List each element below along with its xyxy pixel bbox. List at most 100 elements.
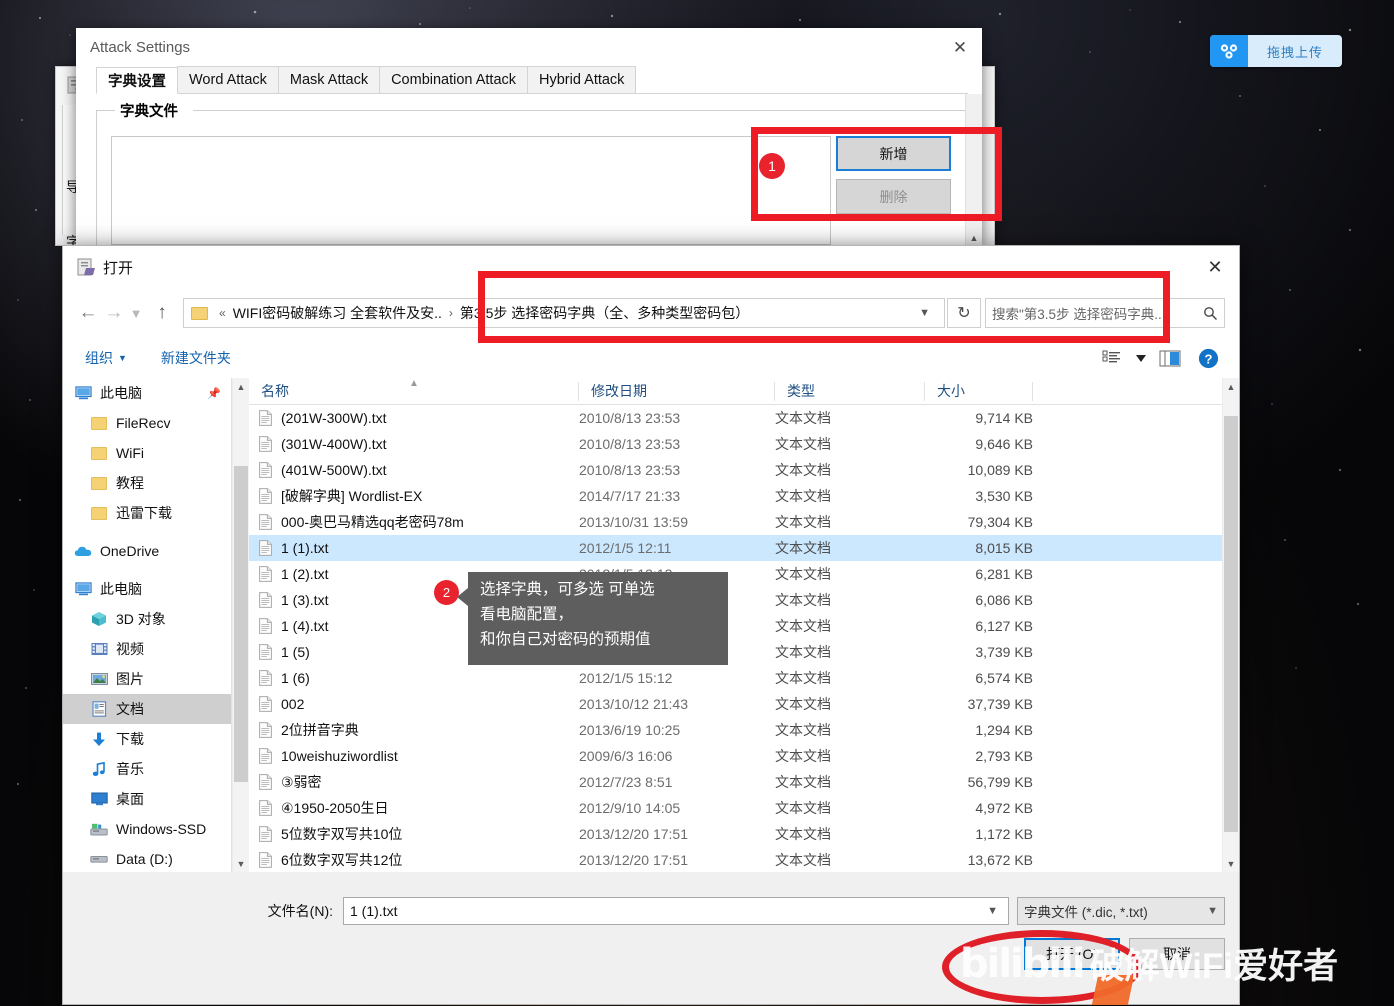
nav-item-videos[interactable]: 视频 xyxy=(63,634,231,664)
table-row[interactable]: (301W-400W).txt 2010/8/13 23:53 文本文档 9,646 … xyxy=(249,431,1239,457)
pin-icon[interactable]: 📌 xyxy=(207,387,221,400)
table-row[interactable]: 5位数字双写共10位 2013/12/20 17:51 文本文档 1,172 KB xyxy=(249,821,1239,847)
nav-item-wifi[interactable]: WiFi xyxy=(63,438,231,468)
text-file-icon xyxy=(254,592,276,608)
file-type: 文本文档 xyxy=(775,670,831,686)
tab-mask-attack[interactable]: Mask Attack xyxy=(277,66,381,93)
organize-menu[interactable]: 组织 ▼ xyxy=(75,348,137,368)
file-size: 9,646 KB xyxy=(975,436,1033,452)
file-type: 文本文档 xyxy=(775,540,831,556)
table-row[interactable]: 1 (3).txt2012/1/5 13:57文本文档6,086 KB xyxy=(249,587,1239,613)
nav-item-this-pc-quick[interactable]: 此电脑 📌 xyxy=(63,378,231,408)
nav-item-filerecv[interactable]: FileRecv xyxy=(63,408,231,438)
attack-settings-window[interactable]: Attack Settings ✕ 字典设置 Word Attack Mask … xyxy=(76,28,982,246)
nav-item-3d-objects[interactable]: 3D 对象 xyxy=(63,604,231,634)
remove-dictionary-button[interactable]: 删除 xyxy=(836,179,951,214)
dictionary-file-list[interactable] xyxy=(111,136,831,245)
chevron-down-icon[interactable]: ▼ xyxy=(1223,855,1239,872)
recent-locations-chevron-down-icon[interactable]: ▼ xyxy=(125,297,147,329)
filename-input[interactable]: 1 (1).txt ▼ xyxy=(343,897,1009,925)
file-modified-date: 2013/10/12 21:43 xyxy=(579,696,688,712)
table-row[interactable]: 000-奥巴马精选qq老密码78m 2013/10/31 13:59 文本文档 79,… xyxy=(249,509,1239,535)
annotation-badge-1: 1 xyxy=(759,153,785,179)
breadcrumb-separator: › xyxy=(448,306,453,320)
breadcrumb-segment-1[interactable]: 第3.5步 选择密码字典（全、多种类型密码包） xyxy=(458,303,751,323)
file-type: 文本文档 xyxy=(775,748,831,764)
breadcrumb[interactable]: « WIFI密码破解练习 全套软件及安.. › 第3.5步 选择密码字典（全、多… xyxy=(183,298,945,328)
table-row[interactable]: 2位拼音字典 2013/6/19 10:25 文本文档 1,294 KB xyxy=(249,717,1239,743)
nav-item-thunder-download[interactable]: 迅雷下载 xyxy=(63,498,231,528)
preview-pane-icon[interactable] xyxy=(1153,344,1187,372)
add-dictionary-button[interactable]: 新增 xyxy=(836,136,951,171)
new-folder-button[interactable]: 新建文件夹 xyxy=(151,348,241,368)
tab-dictionary-settings[interactable]: 字典设置 xyxy=(96,67,178,94)
nav-item-downloads[interactable]: 下载 xyxy=(63,724,231,754)
table-row[interactable]: 10weishuziwordlist 2009/6/3 16:06 文本文档 2,79… xyxy=(249,743,1239,769)
nav-item-windows-ssd[interactable]: Windows-SSD xyxy=(63,814,231,844)
table-row[interactable]: 1 (2).txt2012/1/5 13:13文本文档6,281 KB xyxy=(249,561,1239,587)
column-header-type[interactable]: 类型 xyxy=(775,378,925,405)
table-row[interactable]: [破解字典] Wordlist-EX 2014/7/17 21:33 文本文档 3,5… xyxy=(249,483,1239,509)
file-name: 6位数字双写共12位 xyxy=(281,852,403,868)
chevron-up-icon[interactable]: ▲ xyxy=(966,229,982,246)
arrow-right-icon[interactable]: → xyxy=(103,297,125,329)
breadcrumb-segment-0[interactable]: WIFI密码破解练习 全套软件及安.. xyxy=(231,303,444,323)
nav-item-this-pc[interactable]: 此电脑 xyxy=(63,574,231,604)
scrollbar-thumb[interactable] xyxy=(1224,416,1238,832)
attack-window-scrollbar[interactable]: ▲ xyxy=(965,94,982,246)
column-header-size[interactable]: 大小 xyxy=(925,378,1033,405)
chevron-down-icon[interactable]: ▼ xyxy=(233,855,249,872)
scrollbar-thumb[interactable] xyxy=(234,466,248,782)
tab-hybrid-attack[interactable]: Hybrid Attack xyxy=(527,66,637,93)
navigation-pane-scrollbar[interactable]: ▲ ▼ xyxy=(232,378,249,872)
table-row[interactable]: 1 (6) 2012/1/5 15:12 文本文档 6,574 KB xyxy=(249,665,1239,691)
nav-item-data-d[interactable]: Data (D:) xyxy=(63,844,231,872)
file-list-pane[interactable]: 名称 修改日期 类型 大小 ▲ (201W-300W).txt 2010/8/13… xyxy=(249,378,1239,872)
view-list-icon[interactable] xyxy=(1095,344,1129,372)
file-type-filter-select[interactable]: 字典文件 (*.dic, *.txt) ▼ xyxy=(1017,897,1225,925)
table-row[interactable]: (201W-300W).txt 2010/8/13 23:53 文本文档 9,714 … xyxy=(249,405,1239,431)
search-icon[interactable] xyxy=(1203,306,1218,321)
nav-item-onedrive[interactable]: OneDrive xyxy=(63,536,231,566)
table-row[interactable]: 1 (5)2012/1/5 14:56文本文档3,739 KB xyxy=(249,639,1239,665)
chevron-up-icon[interactable]: ▲ xyxy=(233,378,249,395)
table-row[interactable]: ④1950-2050生日 2012/9/10 14:05 文本文档 4,972 KB xyxy=(249,795,1239,821)
table-row[interactable]: 002 2013/10/12 21:43 文本文档 37,739 KB xyxy=(249,691,1239,717)
cancel-button[interactable]: 取消 xyxy=(1129,938,1225,970)
nav-item-tutorials[interactable]: 教程 xyxy=(63,468,231,498)
refresh-icon[interactable]: ↻ xyxy=(947,298,981,328)
help-icon[interactable]: ? xyxy=(1191,344,1225,372)
file-type: 文本文档 xyxy=(775,696,831,712)
tab-word-attack[interactable]: Word Attack xyxy=(177,66,279,93)
table-row[interactable]: 1 (1).txt 2012/1/5 12:11 文本文档 8,015 KB xyxy=(249,535,1239,561)
file-list-scrollbar[interactable]: ▲ ▼ xyxy=(1222,378,1239,872)
open-button[interactable]: 打开 (O) xyxy=(1024,938,1120,970)
navigation-pane[interactable]: 此电脑 📌 FileRecv WiFi 教程 迅雷下载 OneDrive 此电脑… xyxy=(63,378,231,872)
column-header-date[interactable]: 修改日期 xyxy=(579,378,775,405)
nav-item-desktop[interactable]: 桌面 xyxy=(63,784,231,814)
filename-chevron-down-icon[interactable]: ▼ xyxy=(983,905,1002,917)
file-type: 文本文档 xyxy=(775,488,831,504)
view-chevron-down-icon[interactable] xyxy=(1133,344,1149,372)
table-row[interactable]: 1 (4).txt2012/1/5 14:21文本文档6,127 KB xyxy=(249,613,1239,639)
nav-item-music[interactable]: 音乐 xyxy=(63,754,231,784)
table-row[interactable]: (401W-500W).txt 2010/8/13 23:53 文本文档 10,089… xyxy=(249,457,1239,483)
text-file-icon xyxy=(254,540,276,556)
table-row[interactable]: 6位数字双写共12位 2013/12/20 17:51 文本文档 13,672 KB xyxy=(249,847,1239,872)
text-file-icon xyxy=(254,436,276,452)
chevron-up-icon[interactable]: ▲ xyxy=(1223,378,1239,395)
breadcrumb-chevron-down-icon[interactable]: ▼ xyxy=(911,307,940,319)
file-name: 000-奥巴马精选qq老密码78m xyxy=(281,514,464,530)
nav-item-pictures[interactable]: 图片 xyxy=(63,664,231,694)
nav-item-documents[interactable]: 文档 xyxy=(63,694,231,724)
breadcrumb-root[interactable]: « xyxy=(214,306,231,320)
arrow-up-icon[interactable]: ↑ xyxy=(147,297,177,329)
close-icon[interactable]: ✕ xyxy=(1191,246,1239,288)
tab-combination-attack[interactable]: Combination Attack xyxy=(379,66,529,93)
file-list-rows[interactable]: (201W-300W).txt 2010/8/13 23:53 文本文档 9,714 … xyxy=(249,405,1239,872)
table-row[interactable]: ③弱密 2012/7/23 8:51 文本文档 56,799 KB xyxy=(249,769,1239,795)
baidu-upload-pill[interactable]: 拖拽上传 xyxy=(1210,35,1342,67)
search-input[interactable]: 搜索"第3.5步 选择密码字典.. xyxy=(985,298,1225,328)
close-icon[interactable]: ✕ xyxy=(938,28,982,67)
arrow-left-icon[interactable]: ← xyxy=(73,297,103,329)
